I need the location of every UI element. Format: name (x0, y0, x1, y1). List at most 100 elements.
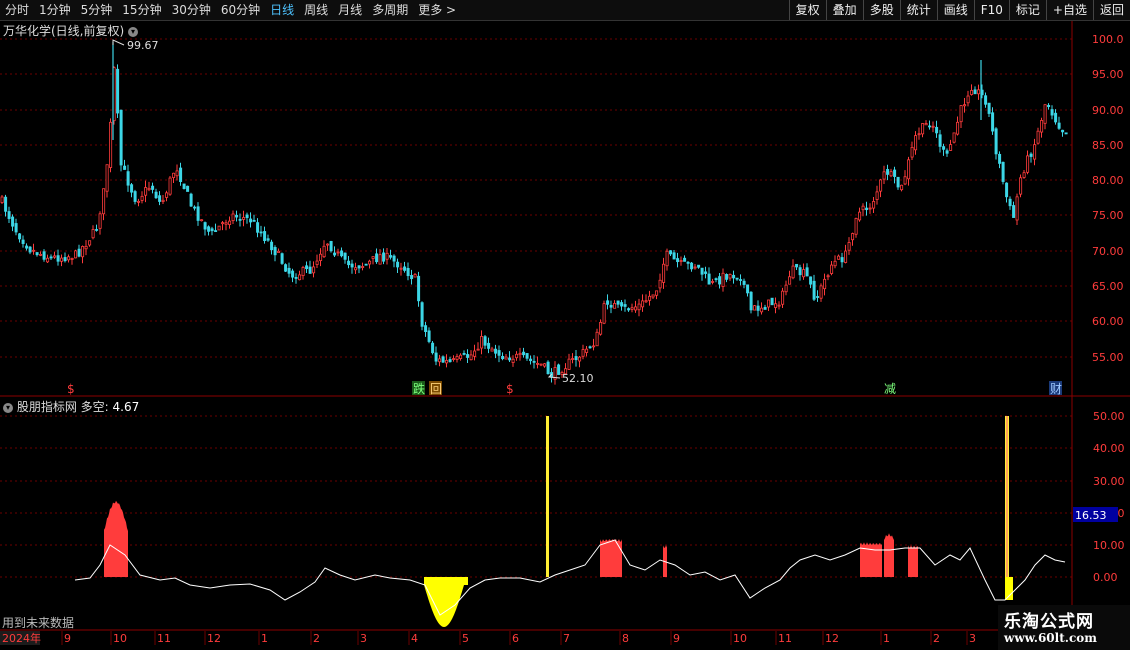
candle-body (298, 274, 302, 281)
candle-body (119, 109, 123, 166)
candle-body (847, 242, 851, 251)
candle-body (469, 354, 473, 361)
mark-button[interactable]: 标记 (1008, 0, 1046, 20)
adjust-button[interactable]: 复权 (788, 0, 826, 20)
candle-body (501, 355, 505, 360)
candle-body (473, 350, 477, 357)
candle-body (676, 258, 680, 263)
candle-body (431, 342, 435, 354)
candle-body (742, 280, 746, 285)
candle-body (231, 213, 235, 221)
marker-dollar[interactable]: $ (67, 382, 75, 396)
candle-body (147, 187, 151, 191)
candle-body (889, 171, 893, 177)
marker-reduce[interactable]: 减 (884, 382, 896, 396)
month-label: 9 (64, 632, 71, 645)
candle-body (756, 305, 760, 311)
marker-return[interactable]: 回 (430, 382, 442, 396)
f10-button[interactable]: F10 (973, 0, 1009, 20)
ind-tick: 50.00 (1093, 410, 1125, 423)
tf-60min[interactable]: 60分钟 (216, 0, 265, 20)
month-label: 4 (411, 632, 418, 645)
price-tick: 95.00 (1092, 68, 1124, 81)
candle-body (683, 257, 687, 262)
candle-body (634, 306, 638, 311)
candle-body (287, 267, 291, 274)
candle-body (25, 245, 29, 249)
main-chart-title: 万华化学(日线,前复权) ▾ (3, 22, 139, 39)
marker-dollar[interactable]: $ (506, 382, 514, 396)
candle-body (42, 251, 46, 260)
candle-body (518, 352, 522, 356)
candle-body (130, 184, 134, 193)
marker-finance[interactable]: 财 (1050, 382, 1062, 396)
candle-body (1012, 205, 1016, 218)
candle-body (693, 266, 697, 269)
marker-drop[interactable]: 跌 (413, 381, 425, 396)
stats-button[interactable]: 统计 (899, 0, 937, 20)
tf-weekly[interactable]: 周线 (299, 0, 333, 20)
candle-body (406, 267, 410, 277)
candle-body (441, 356, 445, 363)
candle-body (791, 265, 795, 279)
candle-body (455, 356, 459, 360)
candle-body (140, 195, 144, 201)
candle-body (168, 177, 172, 195)
tf-more[interactable]: 更多 > (413, 0, 461, 20)
tf-daily[interactable]: 日线 (265, 0, 299, 20)
candle-body (494, 348, 498, 354)
brand-name: 乐淘公式网 (1004, 612, 1094, 632)
candle-body (924, 123, 928, 126)
candle-body (396, 261, 400, 268)
tf-monthly[interactable]: 月线 (333, 0, 367, 20)
price-tick: 85.00 (1092, 139, 1124, 152)
candle-body (641, 300, 645, 308)
candle-body (728, 274, 732, 279)
candle-body (315, 260, 319, 265)
candle-body (767, 299, 771, 308)
candle-body (1029, 153, 1033, 157)
candle-body (193, 206, 197, 209)
back-button[interactable]: 返回 (1092, 0, 1130, 20)
candle-body (385, 252, 389, 260)
draw-button[interactable]: 画线 (936, 0, 974, 20)
stock-title: 万华化学(日线,前复权) (3, 24, 125, 38)
multi-stock-button[interactable]: 多股 (862, 0, 900, 20)
month-label: 2 (313, 632, 320, 645)
chart-area[interactable]: 100.0 95.00 90.00 85.00 80.00 75.00 70.0… (0, 21, 1130, 650)
high-label: 99.67 (127, 39, 159, 52)
add-watchlist-button[interactable]: +自选 (1045, 0, 1093, 20)
candle-body (476, 348, 480, 351)
chevron-down-icon[interactable]: ▾ (3, 402, 13, 413)
future-data-note: 用到未来数据 (2, 616, 75, 630)
ind-tick: 30.00 (1093, 475, 1125, 488)
candle-body (172, 172, 176, 179)
candle-body (788, 276, 792, 285)
candle-body (186, 185, 190, 192)
candle-body (462, 353, 466, 355)
candle-body (413, 274, 417, 278)
price-axis: 100.0 95.00 90.00 85.00 80.00 75.00 70.0… (1092, 33, 1124, 364)
tf-1min[interactable]: 1分钟 (34, 0, 76, 20)
candle-body (928, 125, 932, 128)
candle-body (886, 169, 890, 175)
candle-body (18, 233, 22, 240)
candle-body (417, 275, 421, 302)
month-label: 10 (113, 632, 127, 645)
tf-tick[interactable]: 分时 (0, 0, 34, 20)
ind-tick: 0.00 (1093, 571, 1118, 584)
tf-15min[interactable]: 15分钟 (117, 0, 166, 20)
candle-body (420, 302, 424, 327)
tf-5min[interactable]: 5分钟 (76, 0, 118, 20)
chevron-down-icon[interactable]: ▾ (128, 26, 139, 37)
price-tick: 70.00 (1092, 245, 1124, 258)
tf-multi[interactable]: 多周期 (367, 0, 413, 20)
candle-body (823, 278, 827, 290)
candle-body (56, 255, 60, 262)
overlay-button[interactable]: 叠加 (825, 0, 863, 20)
candle-body (707, 273, 711, 285)
tf-30min[interactable]: 30分钟 (167, 0, 216, 20)
candle-body (333, 252, 337, 256)
candle-body (854, 218, 858, 235)
candle-body (721, 272, 725, 287)
